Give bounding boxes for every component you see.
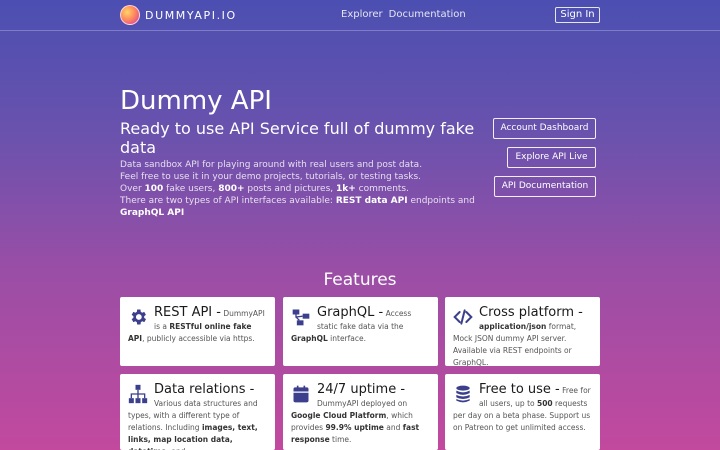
sitemap-icon xyxy=(128,384,148,404)
feature-card-rest-api: REST API - DummyAPI is a RESTful online … xyxy=(120,297,275,366)
feature-card-uptime: 24/7 uptime - DummyAPI deployed on Googl… xyxy=(283,374,438,450)
account-dashboard-button[interactable]: Account Dashboard xyxy=(493,118,596,139)
hero-title: Dummy API xyxy=(120,86,272,116)
sign-in-button[interactable]: Sign In xyxy=(555,7,600,23)
hero-desc-line-4: There are two types of API interfaces av… xyxy=(120,196,475,218)
hero-description: Data sandbox API for playing around with… xyxy=(120,159,480,219)
calendar-icon xyxy=(293,385,309,403)
features-heading: Features xyxy=(323,270,397,290)
card-title: Data relations - xyxy=(154,382,255,397)
graph-icon xyxy=(292,309,310,326)
card-title: 24/7 uptime - xyxy=(317,382,406,397)
hero-desc-line-1: Data sandbox API for playing around with… xyxy=(120,160,423,170)
nav-link-documentation[interactable]: Documentation xyxy=(389,9,466,20)
feature-card-graphql: GraphQL - Access static fake data via th… xyxy=(283,297,438,366)
hero-subtitle: Ready to use API Service full of dummy f… xyxy=(120,119,475,157)
logo-text: DUMMYAPI.IO xyxy=(145,8,237,22)
feature-card-free-to-use: Free to use - Free for all users, up to … xyxy=(445,374,600,450)
gear-icon xyxy=(131,309,146,325)
card-title: Cross platform - xyxy=(479,305,583,320)
code-icon xyxy=(453,309,473,325)
logo[interactable]: DUMMYAPI.IO xyxy=(120,5,237,25)
card-title: REST API - xyxy=(154,305,221,320)
top-navbar: DUMMYAPI.IO Explorer Documentation Sign … xyxy=(0,0,720,31)
hero-desc-line-3: Over 100 fake users, 800+ posts and pict… xyxy=(120,184,409,194)
explore-api-live-button[interactable]: Explore API Live xyxy=(507,147,596,168)
feature-card-data-relations: Data relations - Various data structures… xyxy=(120,374,275,450)
nav-links: Explorer Documentation xyxy=(341,9,466,20)
logo-icon xyxy=(120,5,140,25)
nav-link-explorer[interactable]: Explorer xyxy=(341,9,383,20)
api-documentation-button[interactable]: API Documentation xyxy=(494,176,596,197)
card-title: Free to use - xyxy=(479,382,560,397)
feature-card-cross-platform: Cross platform - application/json format… xyxy=(445,297,600,366)
card-title: GraphQL - xyxy=(317,305,384,320)
hero-desc-line-2: Feel free to use it in your demo project… xyxy=(120,172,422,182)
coins-icon xyxy=(456,385,470,403)
